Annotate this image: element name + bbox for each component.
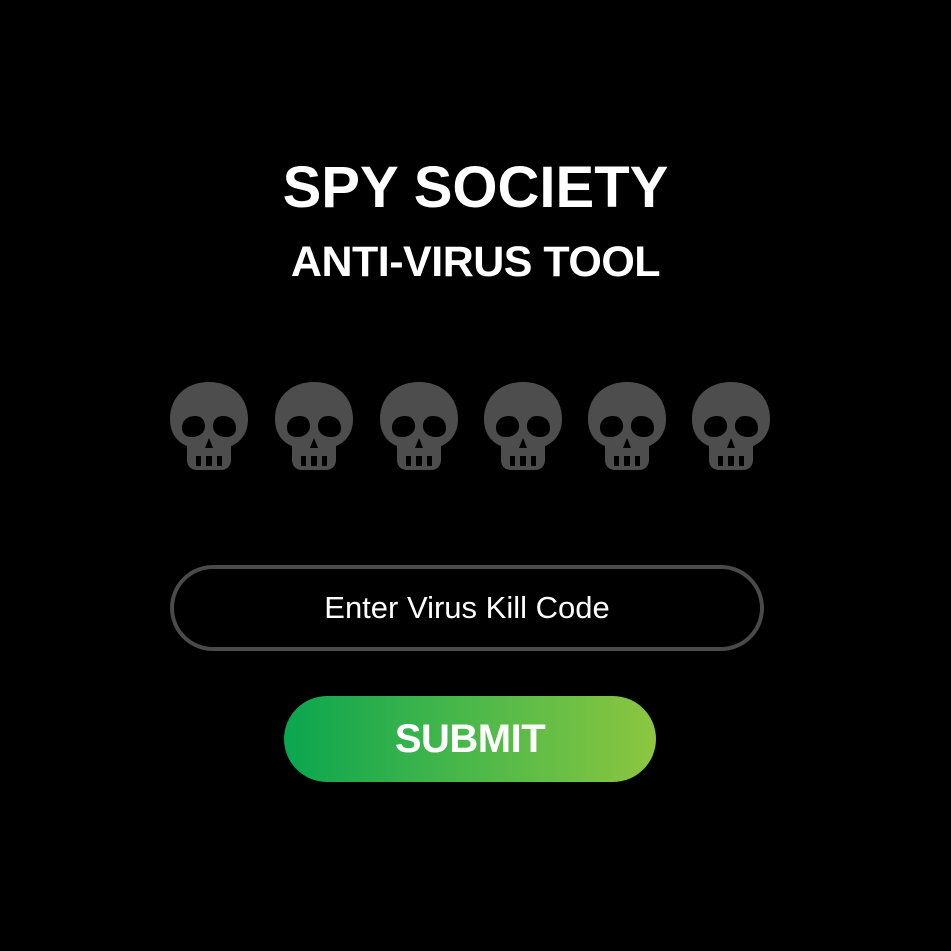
skull-icon <box>378 380 460 472</box>
virus-indicator-row <box>168 380 780 476</box>
kill-code-input[interactable] <box>170 565 764 651</box>
page-subtitle: ANTI-VIRUS TOOL <box>290 238 661 286</box>
skull-icon <box>273 380 355 472</box>
skull-icon <box>482 380 564 472</box>
skull-icon <box>168 380 250 472</box>
submit-button[interactable]: SUBMIT <box>284 696 656 782</box>
page-title: SPY SOCIETY <box>282 155 669 220</box>
skull-icon <box>586 380 668 472</box>
anti-virus-screen: SPY SOCIETY ANTI-VIRUS TOOL SUBMIT <box>0 0 951 951</box>
skull-icon <box>690 380 772 472</box>
